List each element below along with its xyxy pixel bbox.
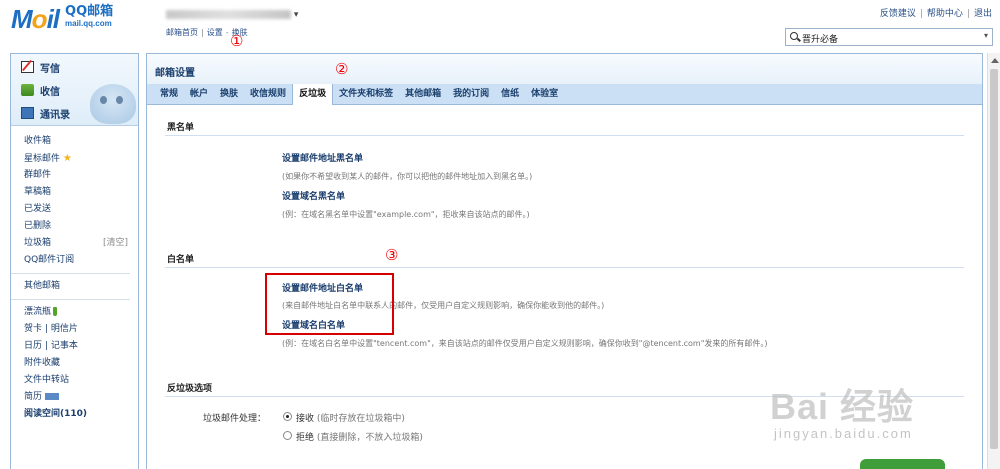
divider	[11, 299, 130, 300]
app-file-transfer[interactable]: 文件中转站	[24, 372, 138, 389]
highlight-box	[265, 273, 394, 335]
mail-actions: 写信 收信 通讯录	[11, 54, 138, 126]
page-title: 邮箱设置	[147, 54, 982, 84]
link-settings[interactable]: 设置	[207, 28, 223, 37]
folder-starred[interactable]: 星标邮件 ★	[24, 150, 138, 167]
tab-stationery[interactable]: 信纸	[495, 84, 525, 105]
address-book-icon	[21, 107, 34, 119]
tab-other-mail[interactable]: 其他邮箱	[399, 84, 447, 105]
corner-badge	[860, 459, 945, 469]
divider	[165, 135, 964, 136]
divider	[165, 267, 964, 268]
folder-spam[interactable]: 垃圾箱 [清空]	[24, 235, 138, 252]
app-attachments[interactable]: 附件收藏	[24, 355, 138, 372]
folder-list: 收件箱 星标邮件 ★ 群邮件 草稿箱 已发送 已删除 垃圾箱 [清空] QQ邮件订…	[11, 126, 138, 423]
link-feedback[interactable]: 反馈建议	[880, 9, 916, 19]
tab-anti-spam[interactable]: 反垃圾	[292, 84, 334, 105]
bottle-icon	[53, 307, 58, 316]
account-email[interactable]: ▾	[166, 10, 298, 20]
baidu-jingyan-watermark: Bai 经验 jingyan.baidu.com	[770, 378, 914, 441]
radio-accept[interactable]	[283, 412, 292, 421]
watermark-url: jingyan.baidu.com	[774, 426, 913, 441]
account-dropdown-icon: ▾	[293, 10, 299, 20]
tab-labs[interactable]: 体验室	[525, 84, 564, 105]
clear-spam-link[interactable]: [清空]	[103, 235, 128, 252]
radio-reject[interactable]	[283, 431, 292, 440]
folder-inbox[interactable]: 收件箱	[24, 133, 138, 150]
folder-sent[interactable]: 已发送	[24, 201, 138, 218]
tab-folders-labels[interactable]: 文件夹和标签	[333, 84, 399, 105]
link-logout[interactable]: 退出	[974, 9, 992, 19]
top-right-links: 反馈建议 | 帮助中心 | 退出	[879, 9, 992, 19]
penguin-mascot-icon	[90, 84, 136, 124]
compose-button[interactable]: 写信	[21, 58, 60, 76]
annotation-1: ①	[230, 32, 244, 50]
vertical-scrollbar[interactable]	[987, 53, 1000, 469]
blacklist-domain-hint: (例：在域名黑名单中设置"example.com"，拒收来自该站点的邮件。)	[282, 210, 530, 219]
tab-account[interactable]: 帐户	[184, 84, 214, 105]
tab-skin[interactable]: 换肤	[214, 84, 244, 105]
pencil-icon	[21, 61, 34, 73]
tab-general[interactable]: 常规	[154, 84, 184, 105]
radio-reject-label[interactable]: 拒绝 (直接删除，不放入垃圾箱)	[296, 430, 423, 443]
spam-handling-label: 垃圾邮件处理：	[203, 414, 267, 424]
logo-wordmark: Moil	[11, 4, 60, 34]
watermark-logo: Bai 经验	[770, 386, 915, 427]
receive-button[interactable]: 收信	[21, 81, 60, 99]
link-help[interactable]: 帮助中心	[927, 9, 963, 19]
folder-qq-subscription[interactable]: QQ邮件订阅	[24, 252, 138, 269]
resume-icon	[45, 393, 60, 400]
scroll-thumb[interactable]	[990, 69, 998, 449]
star-icon: ★	[62, 153, 72, 164]
scroll-up-arrow-icon[interactable]	[991, 58, 999, 63]
blacklist-heading: 黑名单	[167, 123, 195, 133]
left-sidebar: 写信 收信 通讯录 收件箱 星标邮件 ★ 群邮件 草稿箱 已发送 已删除 垃圾箱…	[10, 53, 139, 469]
app-notepad[interactable]: 记事本	[51, 341, 78, 351]
inbox-download-icon	[21, 84, 34, 96]
divider	[11, 273, 130, 274]
tab-rules[interactable]: 收信规则	[244, 84, 292, 105]
blurred-email	[166, 10, 291, 19]
chevron-down-icon[interactable]: ▾	[984, 31, 988, 40]
search-icon	[790, 32, 798, 40]
folder-group-mail[interactable]: 群邮件	[24, 167, 138, 184]
annotation-2: ②	[335, 60, 349, 78]
folder-drafts[interactable]: 草稿箱	[24, 184, 138, 201]
app-postcard[interactable]: 明信片	[51, 324, 78, 334]
app-calendar[interactable]: 日历	[24, 341, 42, 351]
blacklist-address-hint: (如果你不希望收到某人的邮件，你可以把他的邮件地址加入到黑名单。)	[282, 172, 533, 181]
app-reading-space[interactable]: 阅读空间(110)	[24, 406, 138, 423]
top-header: Moil QQ邮箱 mail.qq.com ▾ 邮箱首页 | 设置 - 换肤 ① 反馈建…	[0, 0, 1000, 50]
folder-deleted[interactable]: 已删除	[24, 218, 138, 235]
app-cards: 贺卡 | 明信片	[24, 324, 78, 334]
app-resume[interactable]: 简历	[24, 389, 138, 406]
logo-url: mail.qq.com	[65, 19, 112, 28]
search-box[interactable]: 晋升必备 ▾	[785, 28, 993, 46]
contacts-button[interactable]: 通讯录	[21, 104, 70, 122]
radio-accept-label[interactable]: 接收 (临时存放在垃圾箱中)	[296, 411, 405, 424]
qq-mail-logo[interactable]: Moil QQ邮箱 mail.qq.com	[11, 4, 114, 34]
folder-other-mail[interactable]: 其他邮箱	[24, 278, 138, 295]
app-calendar-notes: 日历 | 记事本	[24, 341, 78, 351]
blacklist-address-link[interactable]: 设置邮件地址黑名单	[282, 151, 363, 164]
antispam-heading: 反垃圾选项	[167, 384, 213, 394]
tab-subscriptions[interactable]: 我的订阅	[447, 84, 495, 105]
link-mail-home[interactable]: 邮箱首页	[166, 28, 198, 37]
annotation-3: ③	[385, 246, 399, 264]
app-drift-bottle[interactable]: 漂流瓶	[24, 304, 138, 321]
settings-tabs: 常规 帐户 换肤 收信规则 反垃圾 文件夹和标签 其他邮箱 我的订阅 信纸 体验…	[147, 84, 982, 105]
whitelist-domain-hint: (例：在域名白名单中设置"tencent.com"，来自该站点的邮件仅受用户自定…	[282, 339, 768, 348]
logo-chinese-name: QQ邮箱	[65, 4, 114, 19]
whitelist-heading: 白名单	[167, 255, 195, 265]
search-input[interactable]: 晋升必备	[802, 32, 838, 45]
app-greeting-card[interactable]: 贺卡	[24, 324, 42, 334]
blacklist-domain-link[interactable]: 设置域名黑名单	[282, 189, 345, 202]
